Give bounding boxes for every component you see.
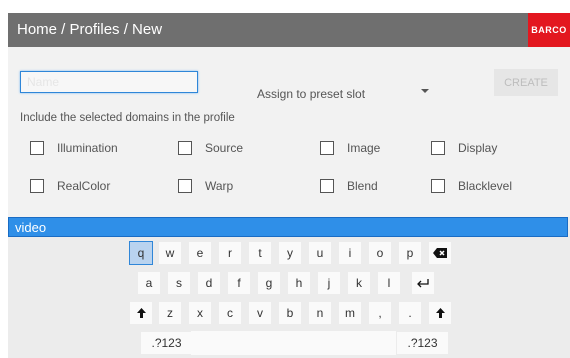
checkbox-display[interactable]: Display — [431, 141, 497, 155]
checkbox-blacklevel[interactable]: Blacklevel — [431, 179, 512, 193]
checkbox-label: Image — [347, 141, 381, 155]
key-u[interactable]: u — [308, 241, 332, 265]
checkbox-realcolor[interactable]: RealColor — [30, 179, 110, 193]
checkbox-box[interactable] — [320, 179, 334, 193]
virtual-keyboard: q w e r t y u i o p a s d f g h j k l z … — [8, 217, 570, 358]
backspace-key[interactable] — [428, 241, 452, 265]
key-e[interactable]: e — [188, 241, 212, 265]
checkbox-label: Illumination — [57, 141, 118, 155]
key-t[interactable]: t — [248, 241, 272, 265]
shift-key-right[interactable] — [428, 301, 452, 325]
key-g[interactable]: g — [257, 271, 281, 295]
checkbox-box[interactable] — [431, 141, 445, 155]
checkbox-box[interactable] — [30, 179, 44, 193]
key-l[interactable]: l — [377, 271, 401, 295]
barco-logo: BARCO — [528, 13, 570, 47]
key-y[interactable]: y — [278, 241, 302, 265]
create-button[interactable]: CREATE — [494, 69, 558, 96]
key-k[interactable]: k — [347, 271, 371, 295]
checkbox-label: Source — [205, 141, 244, 155]
key-x[interactable]: x — [188, 301, 212, 325]
checkbox-label: RealColor — [57, 179, 111, 193]
key-period[interactable]: . — [398, 301, 422, 325]
shift-icon — [136, 308, 146, 318]
checkbox-warp[interactable]: Warp — [178, 179, 233, 193]
shift-key-left[interactable] — [129, 301, 153, 325]
key-i[interactable]: i — [338, 241, 362, 265]
key-s[interactable]: s — [167, 271, 191, 295]
checkbox-box[interactable] — [178, 179, 192, 193]
checkbox-label: Blend — [347, 179, 378, 193]
key-r[interactable]: r — [218, 241, 242, 265]
page-title: Home / Profiles / New — [17, 21, 163, 38]
domains-heading: Include the selected domains in the prof… — [20, 112, 235, 124]
key-c[interactable]: c — [218, 301, 242, 325]
checkbox-label: Warp — [205, 179, 234, 193]
dropdown-caret-icon[interactable] — [421, 89, 429, 93]
keyboard-text-field[interactable] — [8, 217, 568, 237]
key-w[interactable]: w — [158, 241, 182, 265]
symbols-key-left[interactable]: .?123 — [140, 331, 193, 355]
checkbox-blend[interactable]: Blend — [320, 179, 378, 193]
header-bar: Home / Profiles / New BARCO — [8, 13, 570, 47]
key-j[interactable]: j — [317, 271, 341, 295]
preset-slot-dropdown-label[interactable]: Assign to preset slot — [257, 87, 365, 101]
key-b[interactable]: b — [278, 301, 302, 325]
key-comma[interactable]: , — [368, 301, 392, 325]
key-n[interactable]: n — [308, 301, 332, 325]
key-v[interactable]: v — [248, 301, 272, 325]
checkbox-box[interactable] — [30, 141, 44, 155]
space-bar[interactable] — [191, 331, 397, 355]
key-m[interactable]: m — [338, 301, 362, 325]
checkbox-illumination[interactable]: Illumination — [30, 141, 118, 155]
checkbox-box[interactable] — [178, 141, 192, 155]
key-d[interactable]: d — [197, 271, 221, 295]
checkbox-image[interactable]: Image — [320, 141, 380, 155]
checkbox-label: Display — [458, 141, 498, 155]
key-z[interactable]: z — [158, 301, 182, 325]
backspace-icon — [433, 248, 447, 258]
shift-icon — [435, 308, 445, 318]
key-a[interactable]: a — [137, 271, 161, 295]
key-o[interactable]: o — [368, 241, 392, 265]
profile-name-input[interactable] — [20, 71, 198, 93]
key-h[interactable]: h — [287, 271, 311, 295]
symbols-key-right[interactable]: .?123 — [396, 331, 449, 355]
key-q[interactable]: q — [129, 241, 153, 265]
key-p[interactable]: p — [398, 241, 422, 265]
enter-key[interactable] — [411, 271, 435, 295]
checkbox-label: Blacklevel — [458, 179, 513, 193]
checkbox-box[interactable] — [320, 141, 334, 155]
checkbox-source[interactable]: Source — [178, 141, 243, 155]
key-f[interactable]: f — [227, 271, 251, 295]
checkbox-box[interactable] — [431, 179, 445, 193]
enter-icon — [417, 279, 429, 288]
